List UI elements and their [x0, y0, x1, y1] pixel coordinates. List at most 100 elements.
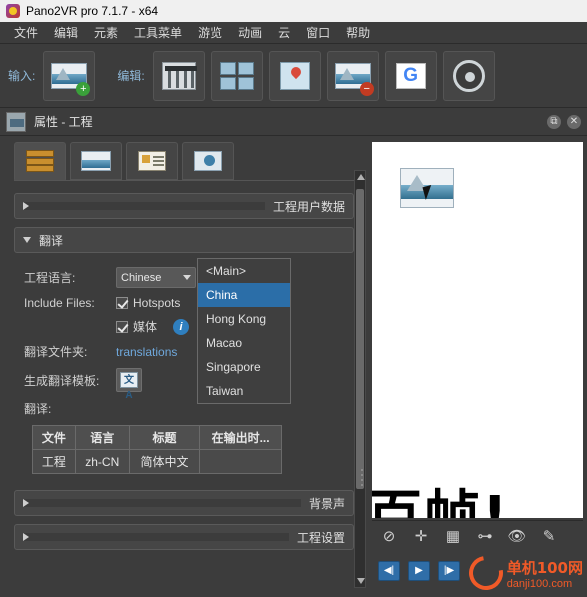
menu-item-animation[interactable]: 动画: [230, 22, 270, 43]
brush-tool[interactable]: ✎: [540, 527, 558, 545]
language-region-dropdown[interactable]: <Main> China Hong Kong Macao Singapore T…: [197, 258, 291, 404]
section-project-settings[interactable]: 工程设置: [14, 524, 354, 550]
scroll-up-icon[interactable]: [357, 174, 365, 180]
tab-layers[interactable]: [14, 142, 66, 180]
option-main[interactable]: <Main>: [198, 259, 290, 283]
section-project-settings-label: 工程设置: [296, 530, 345, 545]
video-output-button[interactable]: [442, 50, 495, 101]
project-language-select[interactable]: Chinese: [116, 267, 196, 288]
option-china[interactable]: China: [198, 283, 290, 307]
main-area: 工程用户数据 翻译 工程语言: Chinese CN Include Files…: [0, 136, 587, 597]
menu-item-file[interactable]: 文件: [6, 22, 46, 43]
panorama-properties-icon: [6, 111, 26, 132]
crosshair-tool[interactable]: ✛: [412, 527, 430, 545]
checkbox-icon: [116, 320, 128, 333]
menu-item-elements[interactable]: 元素: [86, 22, 126, 43]
cell-language: zh-CN: [74, 449, 130, 474]
chevron-down-icon: [183, 275, 191, 280]
close-icon[interactable]: ✕: [567, 114, 581, 129]
hotspots-label: Hotspots: [133, 296, 181, 310]
menu-item-help[interactable]: 帮助: [338, 22, 378, 43]
option-taiwan[interactable]: Taiwan: [198, 379, 290, 403]
section-background-sound[interactable]: 背景声: [14, 490, 354, 516]
previous-button[interactable]: ◀|: [378, 561, 400, 581]
table-header-output: 在输出时...: [199, 425, 282, 450]
include-files-row: Include Files: Hotspots: [24, 296, 354, 310]
generate-template-button[interactable]: 文A: [116, 368, 142, 401]
watermark-sub: danji100.com: [506, 577, 573, 590]
panel-vertical-scrollbar[interactable]: [354, 170, 366, 588]
adjust-levels-button[interactable]: [152, 50, 205, 101]
tab-output[interactable]: [182, 142, 234, 180]
play-button[interactable]: ▶: [408, 561, 430, 581]
panorama-icon: [81, 151, 111, 171]
patch-tool-button[interactable]: [210, 50, 263, 101]
info-icon[interactable]: i: [173, 318, 190, 335]
menu-item-tour[interactable]: 游览: [190, 22, 230, 43]
section-background-sound-label: 背景声: [308, 496, 345, 511]
input-label: 输入:: [8, 69, 36, 83]
cell-title: 简体中文: [128, 449, 201, 474]
title-bar: Pano2VR pro 7.1.7 - x64: [0, 0, 587, 22]
watermark: 单机100网 danji100.com: [462, 549, 583, 597]
tab-details[interactable]: [126, 142, 178, 180]
translation-table: 文件 语言 标题 在输出时... 工程 zh-CN 简体中文: [32, 425, 282, 474]
chevron-down-icon: [23, 237, 31, 243]
globe-icon: [194, 151, 222, 171]
menu-bar: 文件 编辑 元素 工具菜单 游览 动画 云 窗口 帮助: [0, 22, 587, 44]
view-tool[interactable]: 👁: [507, 527, 526, 545]
watermark-text: 单机100网: [506, 558, 583, 577]
window-title: Pano2VR pro 7.1.7 - x64: [26, 4, 159, 18]
app-icon: [6, 4, 20, 18]
media-row: 媒体 i: [24, 318, 354, 335]
menu-item-edit[interactable]: 编辑: [46, 22, 86, 43]
hotspot-tool-button[interactable]: [268, 50, 321, 101]
option-macao[interactable]: Macao: [198, 331, 290, 355]
option-singapore[interactable]: Singapore: [198, 355, 290, 379]
add-panorama-button[interactable]: +: [43, 50, 96, 101]
tab-panorama[interactable]: [70, 142, 122, 180]
hotspots-checkbox[interactable]: Hotspots: [116, 296, 180, 310]
scroll-down-icon[interactable]: [357, 578, 365, 584]
table-row[interactable]: 工程 zh-CN 简体中文: [32, 449, 282, 474]
table-header-file: 文件: [32, 425, 76, 450]
float-icon[interactable]: ⧉: [547, 114, 561, 129]
google-street-view-button[interactable]: G: [384, 50, 437, 101]
translation-folder-label: 翻译文件夹:: [24, 345, 88, 359]
menu-item-tools[interactable]: 工具菜单: [126, 22, 190, 43]
option-hong-kong[interactable]: Hong Kong: [198, 307, 290, 331]
section-translation-label: 翻译: [39, 233, 64, 248]
measure-tool[interactable]: ⊶: [476, 527, 494, 545]
film-reel-icon: [452, 59, 485, 92]
next-button[interactable]: |▶: [438, 561, 460, 581]
media-checkbox[interactable]: 媒体: [116, 318, 157, 335]
translation-form: 工程语言: Chinese CN Include Files: Hotspots: [14, 261, 354, 417]
menu-item-window[interactable]: 窗口: [298, 22, 338, 43]
checkbox-icon: [116, 297, 128, 309]
project-language-value: Chinese: [121, 271, 162, 284]
minus-badge-icon: −: [359, 81, 374, 96]
edit-label: 编辑:: [117, 69, 145, 83]
panel-title: 属性 - 工程: [34, 115, 93, 129]
watermark-ring-icon: [462, 549, 510, 597]
translation-folder-value[interactable]: translations: [116, 345, 177, 359]
translation-folder-row: 翻译文件夹: translations: [24, 343, 354, 360]
pan-tool[interactable]: ⊘: [380, 527, 398, 545]
properties-panel-header: 属性 - 工程 ⧉ ✕: [0, 108, 587, 136]
sliders-icon: [161, 61, 197, 90]
section-user-data[interactable]: 工程用户数据: [14, 193, 354, 219]
section-translation[interactable]: 翻译: [14, 227, 354, 253]
translate-row: 翻译:: [24, 400, 354, 417]
scrollbar-thumb[interactable]: [356, 189, 364, 489]
layers-icon: [26, 150, 54, 172]
project-language-row: 工程语言: Chinese CN: [24, 267, 354, 288]
toolbar-spacer-1: [101, 51, 111, 101]
splitter-handle[interactable]: [360, 466, 364, 490]
remove-panorama-button[interactable]: −: [326, 50, 379, 101]
grid-tool[interactable]: ▦: [444, 527, 462, 545]
chevron-right-icon: [23, 499, 301, 507]
panel-tabs: [0, 136, 368, 180]
preview-canvas[interactable]: 百帧!: [372, 142, 583, 518]
menu-item-cloud[interactable]: 云: [270, 22, 298, 43]
map-pin-icon: [279, 61, 310, 90]
